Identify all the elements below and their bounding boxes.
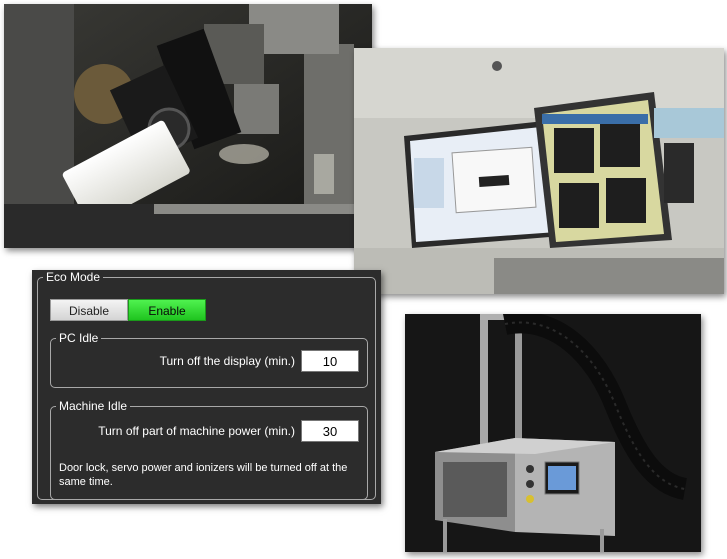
machine-power-off-label: Turn off part of machine power (min.) — [98, 424, 295, 438]
disable-button[interactable]: Disable — [50, 299, 128, 321]
machine-unit-photo — [405, 314, 701, 552]
monitors-photo — [354, 48, 724, 294]
pc-idle-title: PC Idle — [56, 331, 102, 345]
enable-button[interactable]: Enable — [128, 299, 206, 321]
display-off-label: Turn off the display (min.) — [159, 354, 295, 368]
eco-mode-group: Eco Mode Disable Enable PC Idle Turn off… — [37, 270, 376, 500]
machine-idle-title: Machine Idle — [56, 399, 131, 413]
machine-idle-group: Machine Idle Turn off part of machine po… — [50, 399, 368, 500]
display-off-minutes-input[interactable] — [301, 350, 359, 372]
eco-mode-panel: Eco Mode Disable Enable PC Idle Turn off… — [32, 270, 381, 504]
eco-mode-title: Eco Mode — [43, 270, 104, 284]
pc-idle-group: PC Idle Turn off the display (min.) — [50, 331, 368, 388]
machine-idle-note: Door lock, servo power and ionizers will… — [59, 462, 348, 488]
machine-power-off-minutes-input[interactable] — [301, 420, 359, 442]
camera-lighting-photo — [4, 4, 372, 248]
